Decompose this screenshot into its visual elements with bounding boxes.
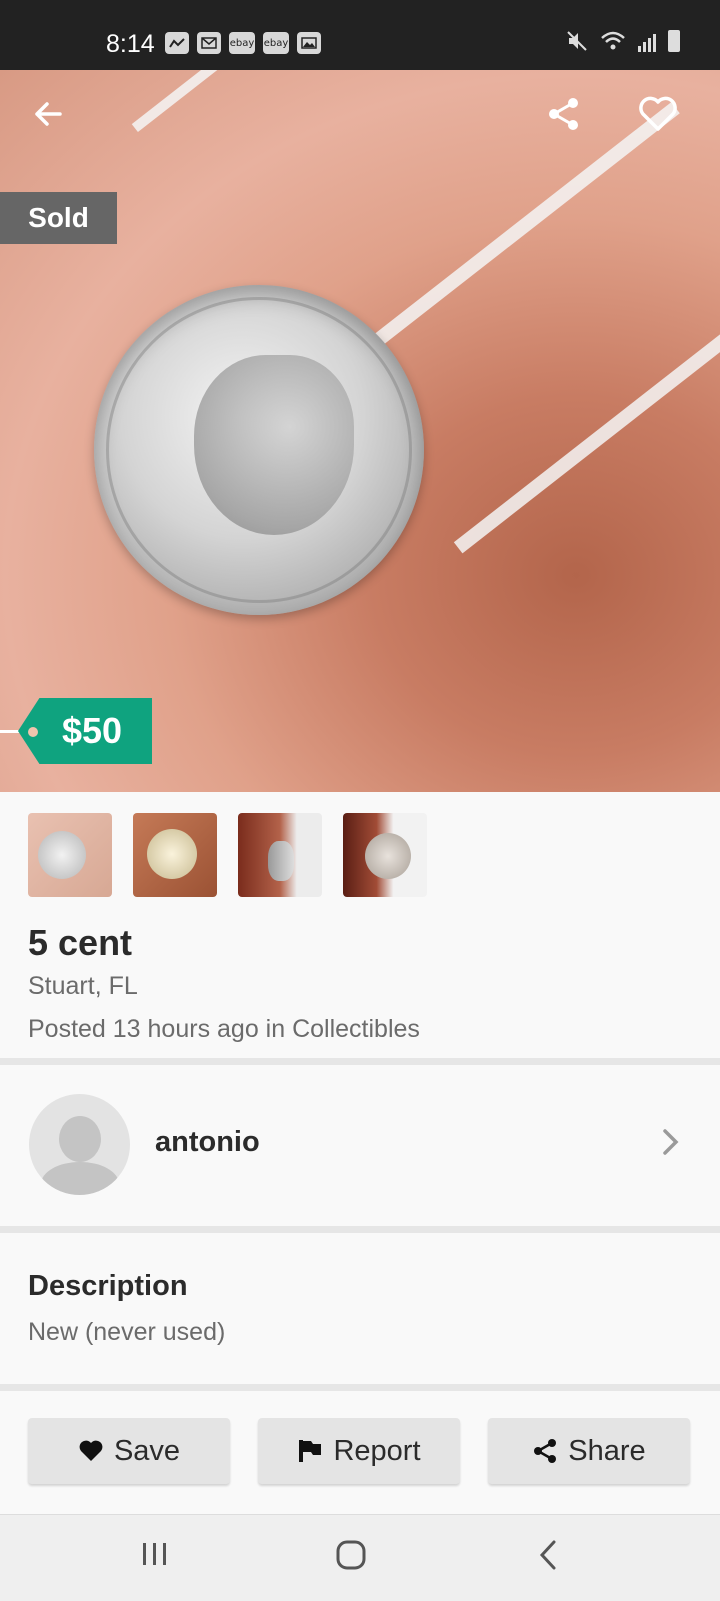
description-text: New (never used) bbox=[28, 1318, 226, 1346]
listing-posted: Posted 13 hours ago in Collectibles bbox=[28, 1015, 420, 1043]
back-nav-icon[interactable] bbox=[536, 1539, 560, 1571]
share-label: Share bbox=[568, 1434, 646, 1467]
listing-title: 5 cent bbox=[28, 922, 133, 963]
ebay-icon: ebay bbox=[229, 32, 255, 54]
activity-icon bbox=[165, 32, 189, 54]
coin-image bbox=[94, 285, 424, 615]
image-icon bbox=[297, 32, 321, 54]
favorite-button[interactable] bbox=[628, 84, 688, 144]
share-icon bbox=[549, 98, 578, 130]
action-buttons: Save Report Share bbox=[28, 1418, 690, 1484]
chevron-right-icon bbox=[663, 1129, 679, 1155]
status-bar: 8:14 ebay ebay bbox=[0, 0, 720, 70]
wifi-icon bbox=[601, 31, 625, 50]
sold-badge: Sold bbox=[0, 192, 117, 244]
save-label: Save bbox=[113, 1434, 181, 1467]
price-tag: $50 bbox=[18, 698, 152, 764]
share-icon bbox=[534, 1439, 557, 1463]
seller-row[interactable]: antonio bbox=[0, 1066, 720, 1226]
signal-icon bbox=[638, 30, 656, 52]
share-top-button[interactable] bbox=[534, 84, 594, 144]
battery-icon bbox=[668, 30, 680, 52]
thumbnail[interactable] bbox=[343, 813, 427, 897]
divider bbox=[0, 1384, 720, 1391]
heart-icon bbox=[79, 1440, 103, 1461]
seller-name: antonio bbox=[155, 1126, 260, 1158]
listing-photo[interactable] bbox=[0, 70, 720, 792]
listing-location: Stuart, FL bbox=[28, 972, 138, 1000]
avatar bbox=[29, 1094, 130, 1195]
system-nav-bar bbox=[0, 1514, 720, 1601]
divider bbox=[0, 1058, 720, 1065]
recent-apps-icon[interactable] bbox=[140, 1539, 170, 1569]
arrow-left-icon bbox=[35, 102, 62, 126]
heart-outline-icon bbox=[639, 96, 677, 131]
notification-icons: ebay ebay bbox=[165, 32, 321, 54]
home-icon[interactable] bbox=[335, 1539, 367, 1571]
report-button[interactable]: Report bbox=[258, 1418, 460, 1484]
ebay-icon: ebay bbox=[263, 32, 289, 54]
thumbnail[interactable] bbox=[133, 813, 217, 897]
gmail-icon bbox=[197, 32, 221, 54]
description-heading: Description bbox=[28, 1270, 188, 1302]
divider bbox=[0, 1226, 720, 1233]
system-icons bbox=[566, 30, 680, 52]
price-tag-hole bbox=[28, 727, 38, 737]
thumbnail-strip bbox=[28, 813, 427, 897]
share-button[interactable]: Share bbox=[488, 1418, 690, 1484]
report-label: Report bbox=[333, 1434, 421, 1467]
mute-icon bbox=[567, 31, 587, 51]
flag-icon bbox=[299, 1440, 322, 1462]
back-button[interactable] bbox=[18, 84, 78, 144]
thumbnail[interactable] bbox=[28, 813, 112, 897]
thumbnail[interactable] bbox=[238, 813, 322, 897]
save-button[interactable]: Save bbox=[28, 1418, 230, 1484]
status-time: 8:14 bbox=[106, 30, 155, 58]
